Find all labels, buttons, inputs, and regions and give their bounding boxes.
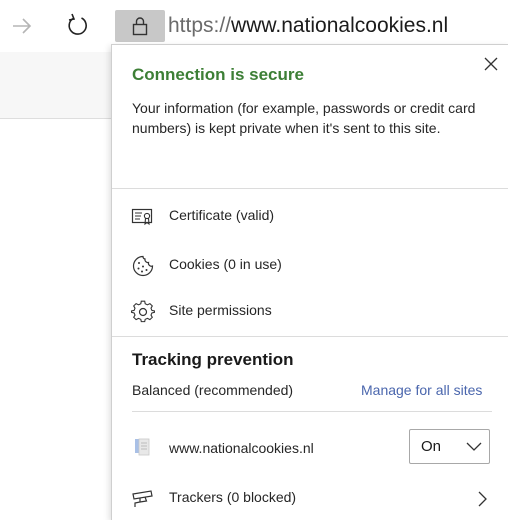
close-icon [484,57,498,71]
connection-description: Your information (for example, passwords… [132,100,476,136]
divider [132,411,492,412]
trackers-label: Trackers (0 blocked) [169,489,297,505]
tracking-level: Balanced (recommended) [132,382,294,398]
site-permissions-item[interactable]: Site permissions [112,292,508,332]
site-name: www.nationalcookies.nl [169,440,314,456]
site-permissions-label: Site permissions [169,302,272,318]
site-tracking-toggle[interactable]: On [409,429,490,464]
site-tracking-value: On [421,438,442,455]
chevron-right-icon [478,491,487,507]
gear-icon [131,300,155,323]
reload-button[interactable] [63,11,91,39]
connection-status-title: Connection is secure [132,65,304,84]
tracker-icon [132,490,153,507]
cookie-icon [132,255,154,277]
url-host: www.nationalcookies.nl [231,14,449,37]
cookies-item[interactable]: Cookies (0 in use) [112,246,508,286]
chevron-down-icon [466,442,482,451]
site-info-button[interactable] [115,10,165,42]
cookies-label: Cookies (0 in use) [169,256,282,272]
forward-button[interactable] [8,12,36,40]
page-icon [135,438,150,456]
certificate-label: Certificate (valid) [169,207,275,223]
lock-icon [132,17,148,36]
certificate-icon [131,208,153,226]
reload-icon [68,13,87,35]
tracking-prevention-title: Tracking prevention [132,350,294,369]
trackers-item[interactable]: Trackers (0 blocked) [112,479,508,519]
arrow-right-icon [13,18,32,34]
certificate-item[interactable]: Certificate (valid) [112,197,508,237]
divider [112,336,508,337]
manage-all-sites-link[interactable]: Manage for all sites [361,382,482,398]
url-scheme: https:// [168,14,232,37]
page-background [0,52,112,119]
site-info-flyout: Connection is secure Your information (f… [111,44,508,520]
divider [112,188,508,189]
address-bar[interactable]: https://www.nationalcookies.nl [168,13,448,39]
close-button[interactable] [482,55,500,73]
